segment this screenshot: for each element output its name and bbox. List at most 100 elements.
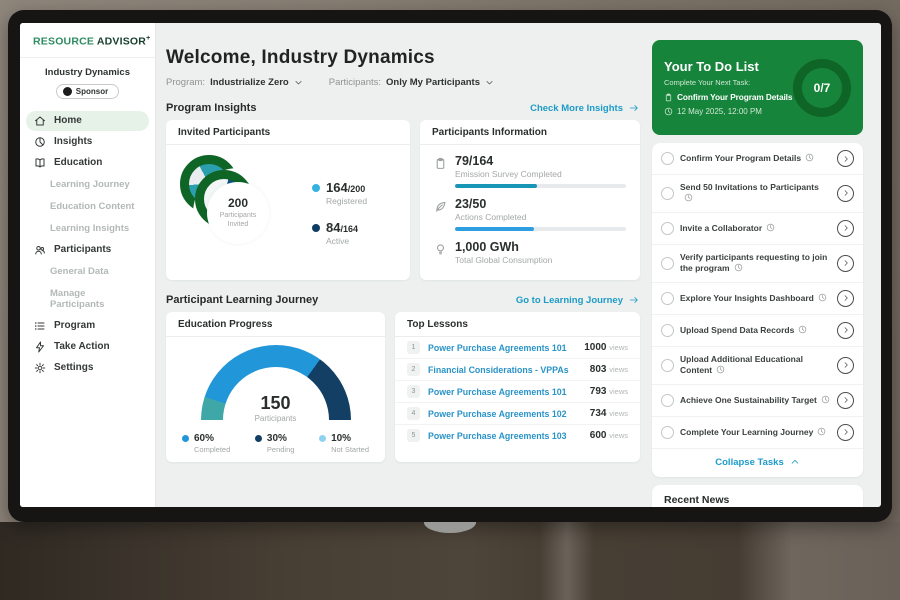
task-checkbox[interactable] <box>661 222 674 235</box>
task-checkbox[interactable] <box>661 257 674 270</box>
lesson-row[interactable]: 3 Power Purchase Agreements 101 793 view… <box>395 381 640 403</box>
sidebar-item-education-content[interactable]: Education Content <box>26 196 149 217</box>
task-go-button[interactable] <box>837 322 854 339</box>
desk-scene: RESOURCE ADVISOR+ Industry Dynamics Spon… <box>0 0 900 600</box>
task-go-button[interactable] <box>837 150 854 167</box>
legend-pct: 10% <box>331 433 351 444</box>
chevron-right-icon <box>842 361 850 369</box>
lesson-title[interactable]: Power Purchase Agreements 101 <box>428 387 582 397</box>
clock-icon <box>817 427 826 436</box>
app-logo[interactable]: RESOURCE ADVISOR+ <box>20 23 155 58</box>
sidebar-item-education[interactable]: Education <box>26 153 149 173</box>
lesson-title[interactable]: Financial Considerations - VPPAs <box>428 365 582 375</box>
task-checkbox[interactable] <box>661 324 674 337</box>
sponsor-badge[interactable]: Sponsor <box>56 84 119 99</box>
task-go-button[interactable] <box>837 424 854 441</box>
clock-icon <box>766 223 775 232</box>
task-label: Confirm Your Program Details <box>680 153 831 164</box>
donut-center: 200 ParticipantsInvited <box>180 155 296 271</box>
legend-item-registered: 164/200 Registered <box>312 180 367 206</box>
card-title: Education Progress <box>166 312 385 337</box>
participants-filter-label: Participants: <box>329 77 381 88</box>
task-go-button[interactable] <box>837 392 854 409</box>
task-row[interactable]: Explore Your Insights Dashboard <box>652 283 863 315</box>
sponsor-label: Sponsor <box>76 87 108 96</box>
task-label: Upload Spend Data Records <box>680 325 831 336</box>
take-action-icon <box>34 341 46 353</box>
invited-total: 200 <box>228 196 248 210</box>
task-label: Achieve One Sustainability Target <box>680 395 831 406</box>
task-label: Complete Your Learning Journey <box>680 427 831 438</box>
sidebar-item-home[interactable]: Home <box>26 111 149 131</box>
lesson-title[interactable]: Power Purchase Agreements 102 <box>428 409 582 419</box>
sidebar-item-insights[interactable]: Insights <box>26 132 149 152</box>
task-row[interactable]: Complete Your Learning Journey <box>652 417 863 449</box>
education-progress-gauge: 150 Participants <box>201 345 351 423</box>
sidebar-item-manage-participants[interactable]: Manage Participants <box>26 283 149 315</box>
task-label: Send 50 Invitations to Participants <box>680 182 831 205</box>
program-filter[interactable]: Program: Industrialize Zero <box>166 77 303 88</box>
task-row[interactable]: Upload Spend Data Records <box>652 315 863 347</box>
sidebar-item-learning-journey[interactable]: Learning Journey <box>26 174 149 195</box>
task-checkbox[interactable] <box>661 187 674 200</box>
lesson-title[interactable]: Power Purchase Agreements 101 <box>428 343 576 353</box>
chevron-right-icon <box>842 155 850 163</box>
task-checkbox[interactable] <box>661 394 674 407</box>
legend-item-active: 84/164 Active <box>312 220 367 246</box>
insights-cards-row: Invited Participants 200 ParticipantsInv… <box>166 120 642 280</box>
lesson-row[interactable]: 5 Power Purchase Agreements 103 600 view… <box>395 425 640 446</box>
check-more-insights-link[interactable]: Check More Insights <box>530 103 640 114</box>
leaf-icon <box>434 200 447 213</box>
sidebar-item-program[interactable]: Program <box>26 316 149 336</box>
task-go-button[interactable] <box>837 255 854 272</box>
task-row[interactable]: Upload Additional Educational Content <box>652 347 863 385</box>
task-checkbox[interactable] <box>661 292 674 305</box>
task-go-button[interactable] <box>837 357 854 374</box>
task-row[interactable]: Send 50 Invitations to Participants <box>652 175 863 213</box>
desk-background <box>0 522 900 600</box>
go-to-learning-journey-link[interactable]: Go to Learning Journey <box>516 295 640 306</box>
todo-next-task: Confirm Your Program Details <box>677 92 792 102</box>
sidebar-item-participants[interactable]: Participants <box>26 240 149 260</box>
lesson-title[interactable]: Power Purchase Agreements 103 <box>428 431 582 441</box>
chevron-down-icon <box>485 78 494 87</box>
todo-panel: Your To Do List Complete Your Next Task:… <box>652 40 863 507</box>
sidebar-item-settings[interactable]: Settings <box>26 358 149 378</box>
sidebar-item-general-data[interactable]: General Data <box>26 261 149 282</box>
legend-label: Completed <box>194 445 230 454</box>
clipboard-icon <box>664 93 673 102</box>
lesson-views: 734 views <box>590 408 628 419</box>
task-go-button[interactable] <box>837 185 854 202</box>
sidebar-item-take-action[interactable]: Take Action <box>26 337 149 357</box>
task-row[interactable]: Invite a Collaborator <box>652 213 863 245</box>
registered-count: 164 <box>326 180 348 195</box>
invited-participants-donut: 200 ParticipantsInvited <box>180 155 296 271</box>
lesson-row[interactable]: 1 Power Purchase Agreements 101 1000 vie… <box>395 337 640 359</box>
task-label: Verify participants requesting to join t… <box>680 252 831 275</box>
legend-dot <box>312 184 320 192</box>
active-count: 84 <box>326 220 340 235</box>
collapse-tasks-link[interactable]: Collapse Tasks <box>652 449 863 477</box>
lesson-views: 1000 views <box>584 342 628 353</box>
donut-legend: 164/200 Registered 84/164 Active <box>312 180 367 246</box>
todo-progress-ring: 0/7 <box>793 59 851 117</box>
stat-value: 79/164 <box>455 154 626 168</box>
lesson-rank: 5 <box>407 429 420 442</box>
participants-filter[interactable]: Participants: Only My Participants <box>329 77 494 88</box>
lesson-row[interactable]: 2 Financial Considerations - VPPAs 803 v… <box>395 359 640 381</box>
task-checkbox[interactable] <box>661 359 674 372</box>
task-checkbox[interactable] <box>661 152 674 165</box>
clock-icon <box>734 263 743 272</box>
task-go-button[interactable] <box>837 290 854 307</box>
task-checkbox[interactable] <box>661 426 674 439</box>
task-row[interactable]: Confirm Your Program Details <box>652 143 863 175</box>
task-row[interactable]: Achieve One Sustainability Target <box>652 385 863 417</box>
task-row[interactable]: Verify participants requesting to join t… <box>652 245 863 283</box>
gauge-value: 150 <box>201 394 351 412</box>
task-go-button[interactable] <box>837 220 854 237</box>
participants-information-card: Participants Information 79/164 Emission… <box>420 120 640 280</box>
sidebar-item-label: Participants <box>54 244 111 255</box>
clock-icon <box>805 153 814 162</box>
lesson-row[interactable]: 4 Power Purchase Agreements 102 734 view… <box>395 403 640 425</box>
sidebar-item-learning-insights[interactable]: Learning Insights <box>26 218 149 239</box>
